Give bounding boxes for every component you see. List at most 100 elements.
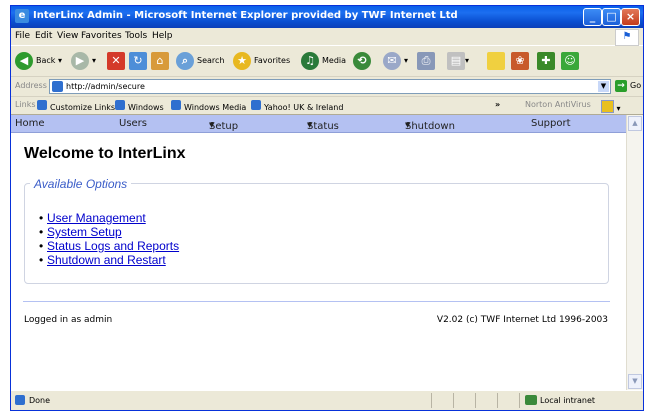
links-overflow-icon[interactable]: »	[495, 100, 500, 109]
address-dropdown-icon[interactable]: ▼	[598, 81, 609, 92]
messenger-button[interactable]: ☺	[561, 50, 579, 72]
menu-favorites[interactable]: Favorites	[81, 31, 122, 41]
print-icon: ⎙	[417, 51, 435, 70]
list-bullet: •	[39, 225, 44, 239]
media-button[interactable]: ♫ Media	[301, 50, 346, 72]
links-bar: Links Customize Links Windows Windows Me…	[11, 97, 643, 115]
messenger-icon: ☺	[561, 51, 579, 70]
status-bar: Done Local intranet	[11, 390, 643, 410]
favorites-button[interactable]: ★ Favorites	[233, 50, 290, 72]
links-label: Links	[15, 100, 36, 109]
status-divider	[519, 393, 520, 408]
page-viewport: Home Users ▼ Setup ▼ Status ▼ Shutdown Supp…	[11, 115, 626, 390]
option-status-logs[interactable]: Status Logs and Reports	[47, 239, 179, 253]
forward-arrow-icon: ▶	[71, 51, 89, 70]
scroll-down-icon[interactable]: ▼	[628, 374, 642, 389]
nav-support[interactable]: Support	[531, 118, 571, 129]
favorites-star-icon: ★	[233, 51, 251, 70]
intranet-icon	[525, 395, 537, 405]
history-icon: ⟲	[353, 51, 371, 70]
page-title: Welcome to InterLinx	[24, 145, 186, 162]
back-arrow-icon: ◀	[15, 51, 33, 70]
security-zone: Local intranet	[525, 395, 595, 405]
butterfly-icon: ❀	[511, 51, 529, 70]
option-system-setup[interactable]: System Setup	[47, 225, 122, 239]
discuss-button[interactable]	[487, 50, 505, 72]
minimize-button[interactable]: _	[583, 8, 602, 26]
search-button[interactable]: ⌕ Search	[176, 50, 224, 72]
nav-home[interactable]: Home	[15, 118, 45, 129]
home-button[interactable]: ⌂	[151, 50, 169, 72]
page-status-icon	[15, 395, 25, 405]
list-bullet: •	[39, 253, 44, 267]
nav-users[interactable]: Users	[119, 118, 147, 129]
status-divider	[431, 393, 432, 408]
toolbar: ◀ Back ▾ ▶ ▾ ✕ ↻ ⌂ ⌕ Search ★ Favorites ♫ Med…	[11, 46, 643, 77]
link-windows[interactable]: Windows	[115, 100, 164, 112]
media-icon: ♫	[301, 51, 319, 70]
menu-file[interactable]: File	[15, 31, 30, 41]
forward-button[interactable]: ▶ ▾	[71, 50, 96, 72]
address-input[interactable]: http://admin/secure ▼	[49, 79, 611, 94]
back-button[interactable]: ◀ Back ▾	[15, 50, 62, 72]
close-button[interactable]: ×	[621, 8, 640, 26]
option-user-management[interactable]: User Management	[47, 211, 146, 225]
norton-icon[interactable]: ▾	[601, 100, 621, 113]
link-customize-links[interactable]: Customize Links	[37, 100, 115, 112]
home-icon: ⌂	[151, 51, 169, 70]
butterfly-button[interactable]: ❀	[511, 50, 529, 72]
address-bar: Address http://admin/secure ▼ → Go	[11, 77, 643, 97]
page-icon	[52, 81, 63, 92]
footer-divider	[23, 301, 610, 302]
windows-flag-icon: ⚑	[615, 29, 639, 46]
title-bar: e InterLinx Admin - Microsoft Internet E…	[11, 6, 643, 28]
ie-logo-icon: e	[15, 9, 29, 23]
extension-button[interactable]: ✚	[537, 50, 555, 72]
status-done: Done	[15, 395, 50, 405]
address-label: Address	[15, 81, 47, 90]
list-bullet: •	[39, 211, 44, 225]
menu-help[interactable]: Help	[152, 31, 173, 41]
search-icon: ⌕	[176, 51, 194, 70]
norton-antivirus[interactable]: Norton AntiVirus	[525, 100, 591, 109]
stop-icon: ✕	[107, 51, 125, 70]
edit-icon: ▤	[447, 51, 465, 70]
print-button[interactable]: ⎙	[417, 50, 435, 72]
edit-button[interactable]: ▤ ▾	[447, 50, 469, 72]
maximize-button[interactable]: □	[602, 8, 621, 26]
vertical-scrollbar[interactable]: ▲ ▼	[626, 115, 643, 390]
link-page-icon	[37, 100, 47, 110]
go-arrow-icon: →	[615, 80, 627, 92]
address-url: http://admin/secure	[66, 82, 145, 91]
copyright-text: V2.02 (c) TWF Internet Ltd 1996-2003	[436, 315, 608, 325]
link-page-icon	[115, 100, 125, 110]
option-shutdown-restart[interactable]: Shutdown and Restart	[47, 253, 166, 267]
menu-bar: File Edit View Favorites Tools Help ⚑	[11, 28, 643, 46]
link-page-icon	[171, 100, 181, 110]
scroll-up-icon[interactable]: ▲	[628, 116, 642, 131]
logged-in-text: Logged in as admin	[24, 315, 113, 325]
list-bullet: •	[39, 239, 44, 253]
mail-icon: ✉	[383, 51, 401, 70]
extension-icon: ✚	[537, 51, 555, 70]
go-button[interactable]: → Go	[615, 80, 641, 92]
mail-button[interactable]: ✉ ▾	[383, 50, 408, 72]
menu-view[interactable]: View	[57, 31, 78, 41]
menu-edit[interactable]: Edit	[35, 31, 52, 41]
browser-window: e InterLinx Admin - Microsoft Internet E…	[10, 5, 644, 411]
options-legend: Available Options	[30, 177, 132, 191]
link-page-icon	[251, 100, 261, 110]
link-yahoo-uk[interactable]: Yahoo! UK & Ireland	[251, 100, 343, 112]
refresh-button[interactable]: ↻	[129, 50, 147, 72]
link-windows-media[interactable]: Windows Media	[171, 100, 246, 112]
window-title: InterLinx Admin - Microsoft Internet Exp…	[33, 10, 458, 21]
status-divider	[475, 393, 476, 408]
history-button[interactable]: ⟲	[353, 50, 374, 72]
stop-button[interactable]: ✕	[107, 50, 125, 72]
status-divider	[497, 393, 498, 408]
discuss-icon	[487, 51, 505, 70]
menu-tools[interactable]: Tools	[125, 31, 147, 41]
status-divider	[453, 393, 454, 408]
refresh-icon: ↻	[129, 51, 147, 70]
site-nav-bar: Home Users ▼ Setup ▼ Status ▼ Shutdown Supp…	[11, 115, 626, 133]
